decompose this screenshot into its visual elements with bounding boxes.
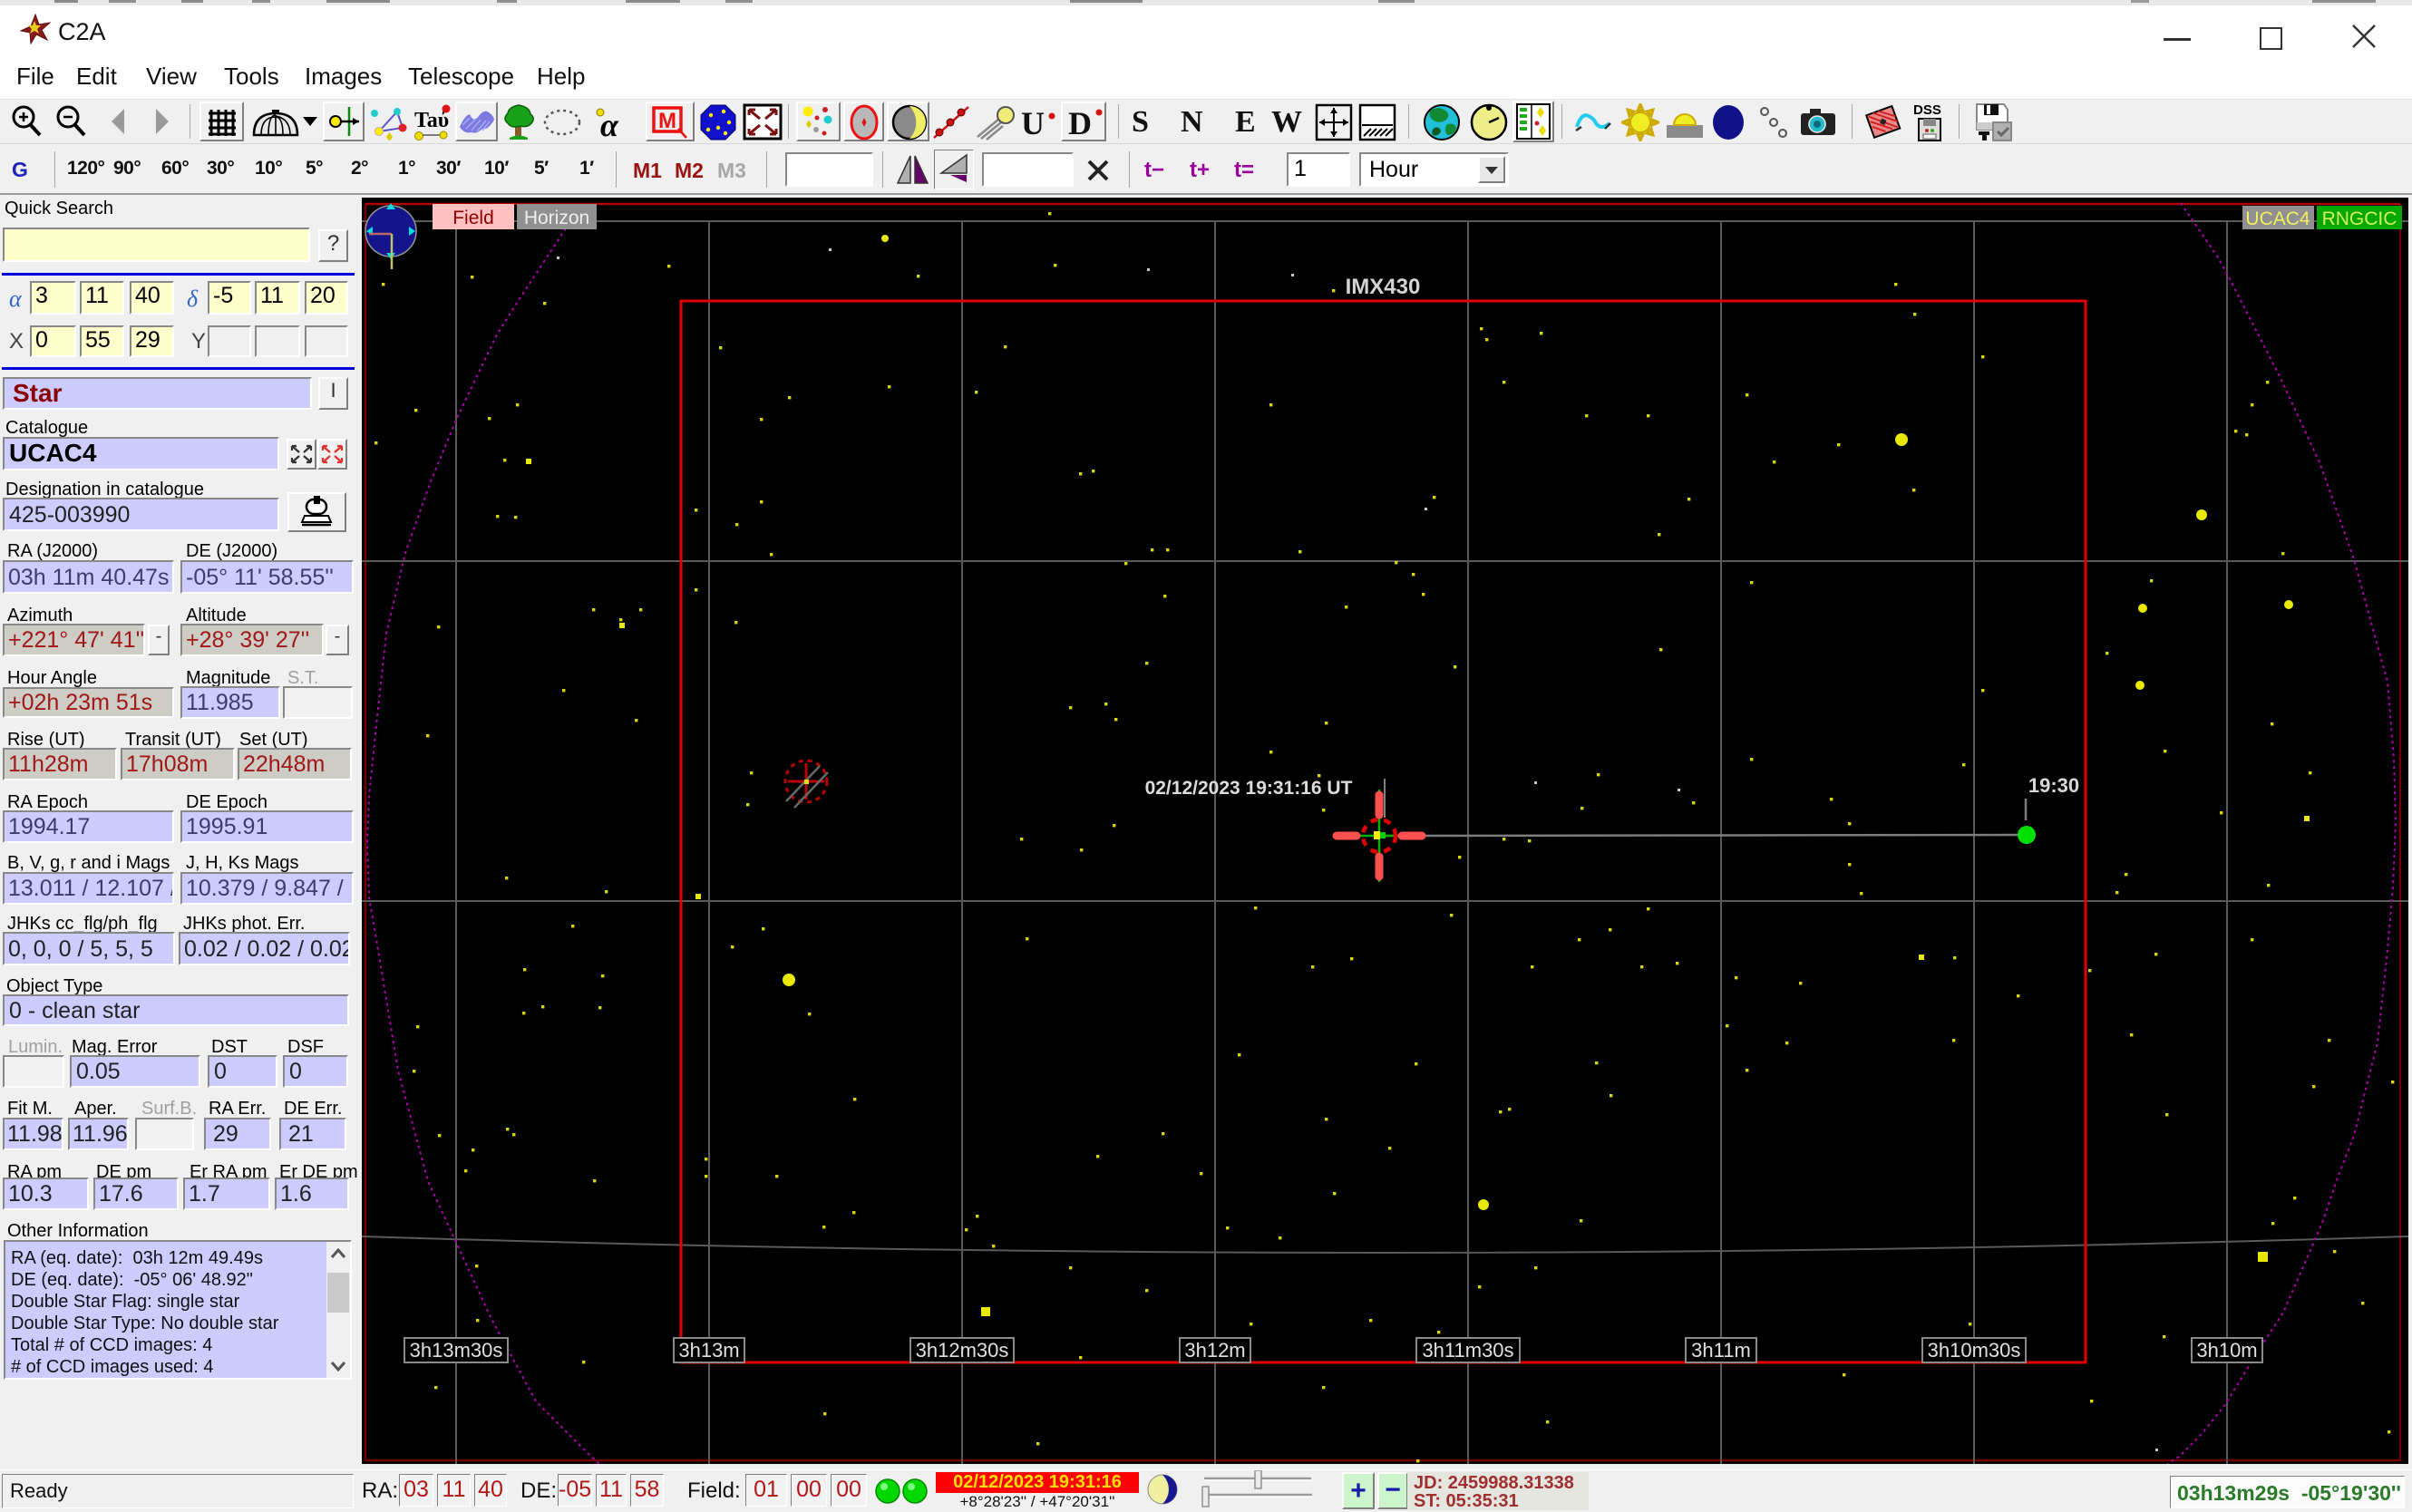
svg-text:3h10m: 3h10m xyxy=(2196,1339,2257,1362)
svg-text:02/12/2023 19:31:16 UT: 02/12/2023 19:31:16 UT xyxy=(1145,778,1353,799)
svg-text:19:30: 19:30 xyxy=(2028,774,2079,797)
svg-text:3h11m: 3h11m xyxy=(1691,1339,1751,1362)
svg-text:D: D xyxy=(1068,105,1092,141)
svg-text:M: M xyxy=(658,109,676,133)
svg-text:IMX430: IMX430 xyxy=(1346,275,1421,299)
svg-text:U: U xyxy=(1021,105,1045,141)
svg-text:3h13m: 3h13m xyxy=(678,1339,739,1362)
svg-text:3h10m30s: 3h10m30s xyxy=(1928,1339,2021,1362)
svg-text:Horizon: Horizon xyxy=(524,208,589,228)
svg-text:3h13m30s: 3h13m30s xyxy=(410,1339,503,1362)
svg-text:Field: Field xyxy=(452,208,494,228)
svg-text:UCAC4: UCAC4 xyxy=(2245,208,2310,229)
svg-text:3h11m30s: 3h11m30s xyxy=(1422,1339,1513,1362)
svg-text:3h12m: 3h12m xyxy=(1184,1339,1245,1362)
svg-text:3h12m30s: 3h12m30s xyxy=(916,1339,1009,1362)
svg-text:RNGCIC: RNGCIC xyxy=(2322,208,2397,229)
svg-text:DSS: DSS xyxy=(1913,102,1941,118)
svg-text:Taύ: Taύ xyxy=(414,109,449,132)
